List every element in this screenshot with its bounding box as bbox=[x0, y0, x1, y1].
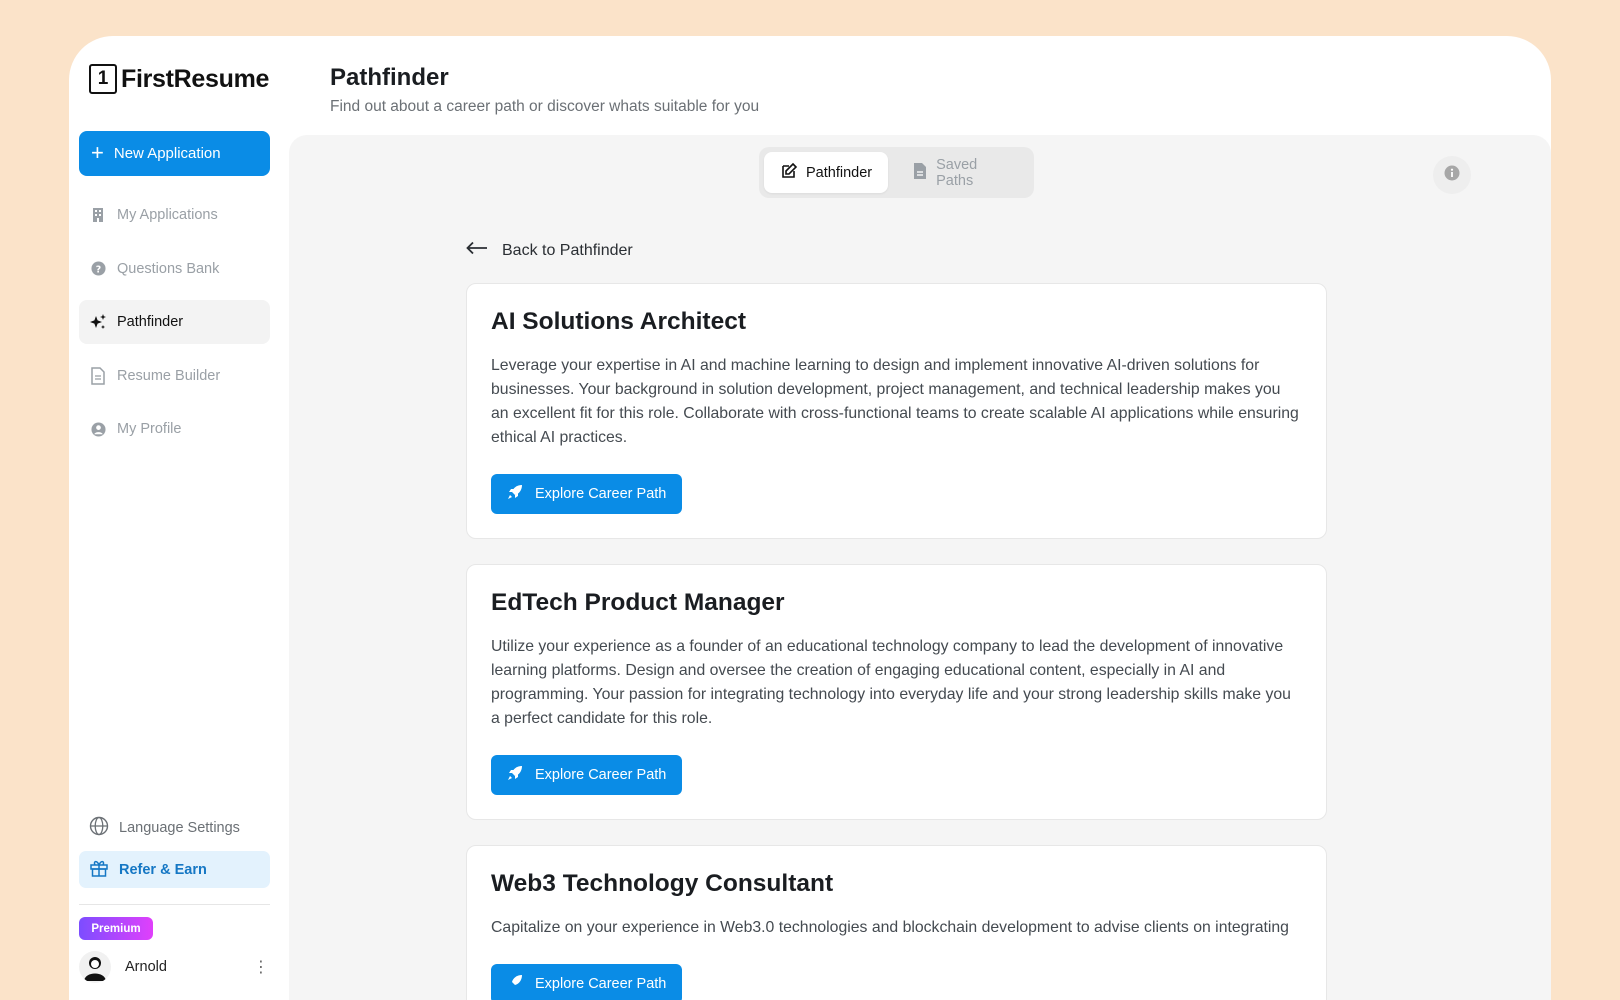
sidebar-item-label: Pathfinder bbox=[117, 314, 184, 330]
question-circle-icon: ? bbox=[89, 260, 107, 278]
refer-and-earn[interactable]: Refer & Earn bbox=[79, 851, 270, 888]
user-profile-row[interactable]: Arnold ⋮ bbox=[79, 949, 270, 985]
tab-pathfinder[interactable]: Pathfinder bbox=[764, 152, 889, 193]
explore-button-label: Explore Career Path bbox=[535, 486, 667, 502]
logo-mark: 1 bbox=[89, 64, 117, 94]
refer-and-earn-label: Refer & Earn bbox=[119, 861, 207, 878]
main-panel: Pathfinder Saved Paths Back to Pathfinde… bbox=[289, 135, 1551, 1000]
logo[interactable]: 1 FirstResume bbox=[89, 64, 269, 94]
back-link-label: Back to Pathfinder bbox=[502, 241, 633, 259]
building-icon bbox=[89, 206, 107, 224]
career-description: Utilize your experience as a founder of … bbox=[491, 638, 1291, 727]
career-description: Leverage your expertise in AI and machin… bbox=[491, 357, 1299, 446]
new-application-button[interactable]: + New Application bbox=[79, 131, 270, 176]
user-name: Arnold bbox=[125, 959, 167, 975]
tab-bar: Pathfinder Saved Paths bbox=[759, 147, 1034, 198]
sidebar-nav: My Applications ? Questions Bank Pathfin… bbox=[79, 193, 270, 461]
sidebar-item-pathfinder[interactable]: Pathfinder bbox=[79, 300, 270, 344]
language-settings-label: Language Settings bbox=[119, 820, 240, 836]
sidebar-item-my-applications[interactable]: My Applications bbox=[79, 193, 270, 237]
page-subtitle: Find out about a career path or discover… bbox=[330, 98, 760, 115]
career-card: Web3 Technology Consultant Capitalize on… bbox=[466, 845, 1327, 1000]
career-title: AI Solutions Architect bbox=[491, 308, 747, 335]
sidebar-item-label: Resume Builder bbox=[117, 367, 221, 384]
info-button[interactable] bbox=[1433, 156, 1471, 194]
page-title: Pathfinder bbox=[330, 64, 449, 91]
sidebar-item-questions-bank[interactable]: ? Questions Bank bbox=[79, 247, 270, 291]
svg-text:?: ? bbox=[95, 264, 100, 275]
sidebar-item-my-profile[interactable]: My Profile bbox=[79, 407, 270, 451]
premium-badge: Premium bbox=[79, 917, 153, 940]
sparkles-icon bbox=[89, 313, 107, 331]
tab-label: Pathfinder bbox=[806, 164, 873, 181]
explore-button-label: Explore Career Path bbox=[535, 767, 667, 783]
file-icon bbox=[912, 162, 928, 184]
career-card: AI Solutions Architect Leverage your exp… bbox=[466, 283, 1327, 539]
avatar bbox=[79, 951, 111, 983]
user-circle-icon bbox=[89, 420, 107, 438]
globe-icon bbox=[89, 816, 109, 840]
plus-icon: + bbox=[91, 139, 104, 165]
sidebar-divider bbox=[79, 904, 270, 905]
career-card: EdTech Product Manager Utilize your expe… bbox=[466, 564, 1327, 820]
tab-saved-paths[interactable]: Saved Paths bbox=[896, 152, 1029, 193]
logo-text: FirstResume bbox=[121, 64, 270, 93]
rocket-icon bbox=[507, 765, 523, 785]
tab-label: Saved Paths bbox=[936, 156, 978, 189]
language-settings[interactable]: Language Settings bbox=[79, 810, 270, 846]
rocket-icon bbox=[507, 974, 523, 994]
sidebar: 1 FirstResume + New Application My Appli… bbox=[69, 36, 301, 1000]
sidebar-item-label: My Profile bbox=[117, 421, 182, 437]
back-to-pathfinder-link[interactable]: Back to Pathfinder bbox=[466, 241, 633, 260]
app-window: 1 FirstResume + New Application My Appli… bbox=[69, 36, 1551, 1000]
career-title: Web3 Technology Consultant bbox=[491, 870, 834, 897]
explore-career-path-button[interactable]: Explore Career Path bbox=[491, 964, 683, 1000]
career-description: Capitalize on your experience in Web3.0 … bbox=[491, 919, 1289, 936]
sidebar-item-resume-builder[interactable]: Resume Builder bbox=[79, 354, 270, 398]
document-icon bbox=[89, 366, 107, 385]
gift-icon bbox=[89, 858, 109, 882]
rocket-icon bbox=[507, 484, 523, 504]
info-icon bbox=[1444, 165, 1460, 186]
arrow-left-icon bbox=[466, 241, 488, 260]
new-application-label: New Application bbox=[113, 145, 221, 162]
explore-career-path-button[interactable]: Explore Career Path bbox=[491, 474, 683, 514]
edit-icon bbox=[780, 162, 798, 184]
sidebar-item-label: My Applications bbox=[117, 207, 218, 223]
explore-career-path-button[interactable]: Explore Career Path bbox=[491, 755, 683, 795]
career-title: EdTech Product Manager bbox=[491, 589, 785, 616]
explore-button-label: Explore Career Path bbox=[535, 976, 667, 992]
sidebar-item-label: Questions Bank bbox=[117, 260, 220, 277]
more-vertical-icon[interactable]: ⋮ bbox=[252, 957, 270, 977]
